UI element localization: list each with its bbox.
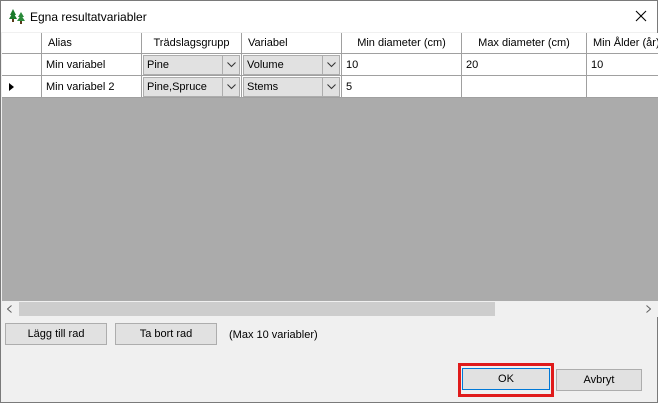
min-age-cell[interactable]: 10 [587,54,658,75]
row-header[interactable] [2,54,42,75]
variable-dropdown[interactable]: Stems [243,77,340,97]
tree-group-dropdown[interactable]: Pine,Spruce [143,77,240,97]
column-header-alias[interactable]: Alias [42,33,142,53]
variable-value: Volume [247,59,284,71]
variables-grid[interactable]: Alias Trädslagsgrupp Variabel Min diamet… [2,33,658,317]
row-header-corner [2,33,42,53]
ok-button[interactable]: OK [462,368,550,390]
variable-dropdown[interactable]: Volume [243,55,340,75]
scrollbar-thumb[interactable] [19,302,495,316]
min-diameter-cell[interactable]: 10 [342,54,462,75]
min-age-cell[interactable] [587,76,658,97]
scroll-right-button[interactable] [641,301,658,317]
min-diameter-cell[interactable]: 5 [342,76,462,97]
variable-value: Stems [247,81,279,93]
table-row[interactable]: Min variabel 2 Pine,Spruce Stems 5 [2,76,658,98]
current-row-indicator-icon [9,83,14,91]
column-header-min-age[interactable]: Min Ålder (år) [587,33,658,53]
column-header-min-diameter[interactable]: Min diameter (cm) [342,33,462,53]
dropdown-button[interactable] [322,78,339,96]
column-header-variable[interactable]: Variabel [242,33,342,53]
row-header[interactable] [2,76,42,97]
tree-group-value: Pine,Spruce [147,81,207,93]
close-button[interactable] [625,2,657,31]
dropdown-button[interactable] [222,78,239,96]
tree-group-value: Pine [147,59,170,71]
remove-row-button[interactable]: Ta bort rad [115,323,217,345]
column-header-max-diameter[interactable]: Max diameter (cm) [462,33,587,53]
chevron-right-icon [646,305,651,313]
trees-icon [9,8,25,24]
alias-cell[interactable]: Min variabel [42,54,142,75]
chevron-down-icon [327,62,336,68]
variable-cell[interactable]: Volume [242,54,342,75]
horizontal-scrollbar[interactable] [2,301,658,317]
chevron-down-icon [327,84,336,90]
max-diameter-cell[interactable]: 20 [462,54,587,75]
chevron-left-icon [7,305,12,313]
dropdown-button[interactable] [222,56,239,74]
max-variables-note: (Max 10 variabler) [229,329,318,341]
dropdown-button[interactable] [322,56,339,74]
window-title: Egna resultatvariabler [30,10,147,24]
scroll-left-button[interactable] [2,301,19,317]
variable-cell[interactable]: Stems [242,76,342,97]
cancel-button[interactable]: Avbryt [556,369,642,391]
max-diameter-cell[interactable] [462,76,587,97]
alias-cell[interactable]: Min variabel 2 [42,76,142,97]
tree-group-dropdown[interactable]: Pine [143,55,240,75]
table-row[interactable]: Min variabel Pine Volume 10 20 10 [2,54,658,76]
add-row-button[interactable]: Lägg till rad [5,323,107,345]
chevron-down-icon [227,62,236,68]
column-header-tree-group[interactable]: Trädslagsgrupp [142,33,242,53]
dialog-window: Egna resultatvariabler Alias Trädslagsgr… [0,0,658,403]
tree-group-cell[interactable]: Pine [142,54,242,75]
chevron-down-icon [227,84,236,90]
close-icon [635,10,647,22]
tree-group-cell[interactable]: Pine,Spruce [142,76,242,97]
title-bar: Egna resultatvariabler [1,1,657,32]
grid-header-row: Alias Trädslagsgrupp Variabel Min diamet… [2,33,658,54]
